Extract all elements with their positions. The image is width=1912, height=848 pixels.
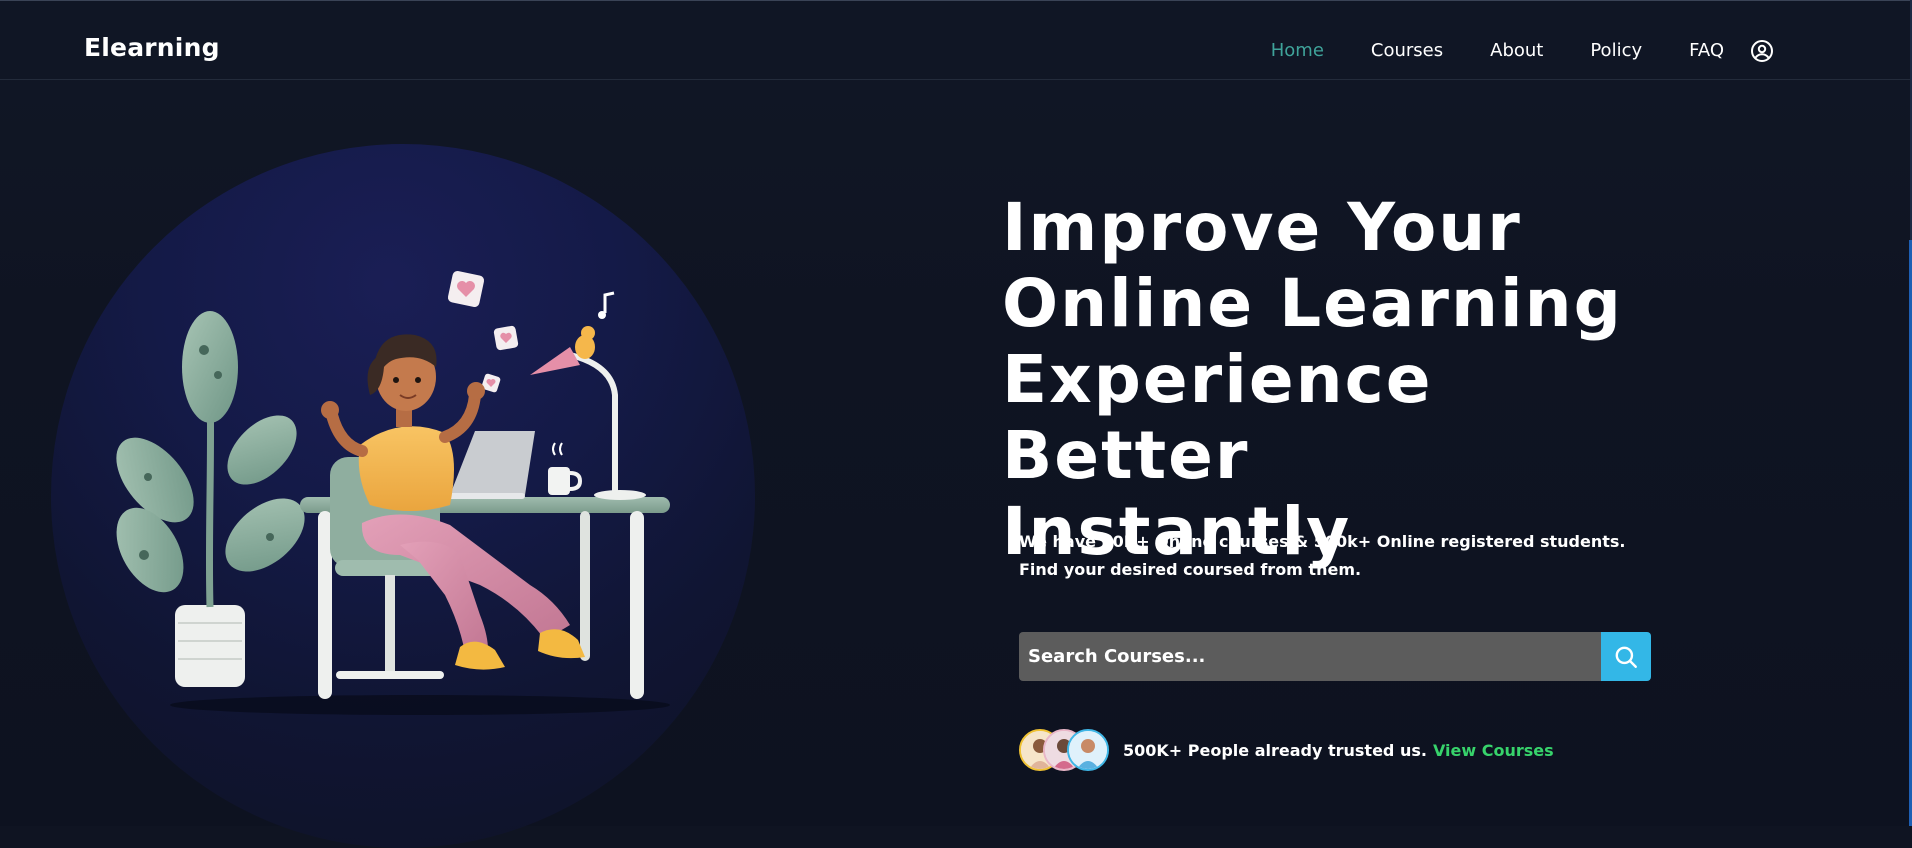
hero-title-line: Online Learning bbox=[1002, 265, 1623, 342]
trust-row: 500K+ People already trusted us. View Co… bbox=[1019, 729, 1554, 771]
plant-icon bbox=[116, 311, 305, 687]
nav-policy[interactable]: Policy bbox=[1590, 40, 1642, 62]
search-icon bbox=[1615, 646, 1637, 668]
heart-icon bbox=[447, 270, 519, 393]
hero-title-line: Experience Better bbox=[1002, 341, 1433, 494]
search-button[interactable] bbox=[1601, 632, 1651, 681]
course-search bbox=[1019, 632, 1651, 681]
nav-about[interactable]: About bbox=[1490, 40, 1543, 62]
logo[interactable]: Elearning bbox=[84, 33, 220, 62]
student-at-desk-illustration bbox=[116, 270, 670, 715]
hero-description: We have 20K+ Online courses & 500k+ Onli… bbox=[1019, 532, 1626, 579]
nav-faq[interactable]: FAQ bbox=[1689, 40, 1724, 62]
hero-title: Improve Your Online Learning Experience … bbox=[1002, 190, 1642, 570]
page: Elearning Home Courses About Policy FAQ bbox=[0, 0, 1912, 848]
nav-home[interactable]: Home bbox=[1271, 40, 1324, 62]
header: Elearning Home Courses About Policy FAQ bbox=[0, 1, 1912, 80]
main-nav: Home Courses About Policy FAQ bbox=[1224, 39, 1774, 63]
avatar bbox=[1067, 729, 1109, 771]
avatar-group bbox=[1019, 729, 1109, 771]
trust-text: 500K+ People already trusted us. bbox=[1123, 740, 1427, 760]
user-circle-icon[interactable] bbox=[1750, 39, 1774, 63]
coffee-mug-icon bbox=[548, 442, 583, 495]
view-courses-link[interactable]: View Courses bbox=[1433, 741, 1554, 760]
desk-lamp-icon bbox=[530, 291, 646, 500]
hero-title-line: Improve Your bbox=[1002, 189, 1522, 266]
search-input[interactable] bbox=[1019, 632, 1601, 681]
nav-courses[interactable]: Courses bbox=[1371, 40, 1443, 62]
